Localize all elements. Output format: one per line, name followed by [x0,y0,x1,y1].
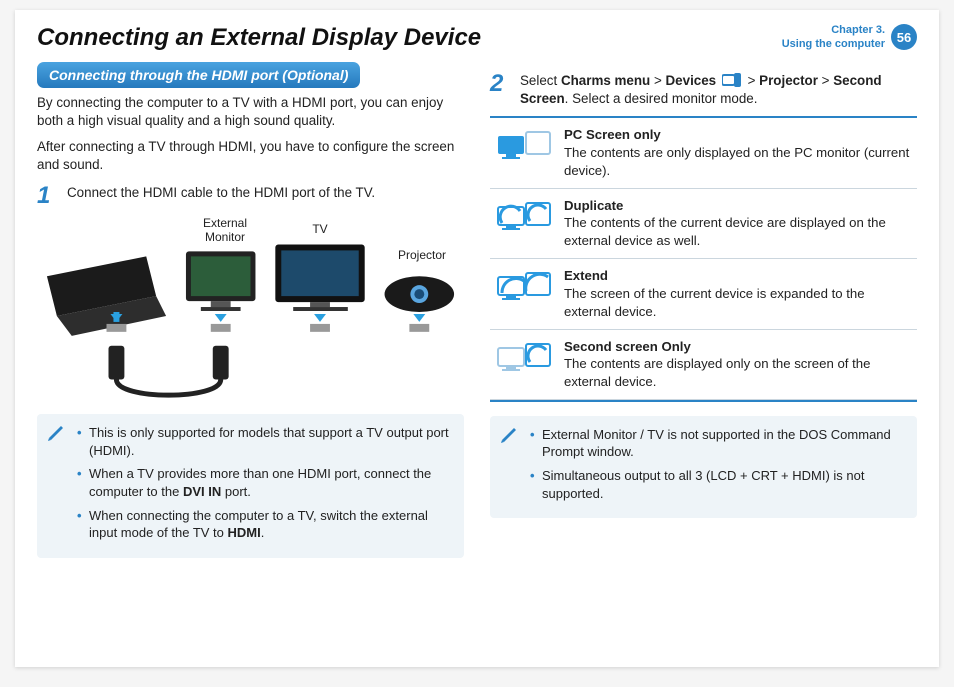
right-note-item-2: Simultaneous output to all 3 (LCD + CRT … [530,467,905,502]
right-column: 2 Select Charms menu > Devices > Project… [490,62,917,558]
note-icon [47,424,65,449]
two-column-layout: Connecting through the HDMI port (Option… [37,62,917,558]
step-2: 2 Select Charms menu > Devices > Project… [490,72,917,108]
diagram-label-projector: Projector [387,248,457,262]
mode-text: Duplicate The contents of the current de… [564,197,913,250]
page-title: Connecting an External Display Device [37,24,481,52]
mode-icon-extend [494,267,554,311]
intro-paragraph-2: After connecting a TV through HDMI, you … [37,138,464,174]
mode-text: Extend The screen of the current device … [564,267,913,320]
left-note-item-3: When connecting the computer to a TV, sw… [77,507,452,542]
step-2-text: Select Charms menu > Devices > Projector… [520,72,917,108]
connection-diagram: External Monitor TV Projector [37,216,464,406]
note-icon [500,426,518,451]
page-header: Connecting an External Display Device Ch… [37,24,917,52]
chapter-label: Chapter 3. Using the computer [782,24,885,52]
left-column: Connecting through the HDMI port (Option… [37,62,464,558]
mode-row-second-only: Second screen Only The contents are disp… [490,330,917,400]
mode-icon-pc-only [494,126,554,170]
chapter-line1: Chapter 3. [782,24,885,38]
right-note-item-1: External Monitor / TV is not supported i… [530,426,905,461]
section-heading-bar: Connecting through the HDMI port (Option… [37,62,360,88]
page-number-badge: 56 [891,24,917,50]
diagram-label-external-monitor: External Monitor [185,216,265,244]
right-note-box: External Monitor / TV is not supported i… [490,416,917,518]
step-number: 1 [37,184,57,208]
mode-row-duplicate: Duplicate The contents of the current de… [490,189,917,259]
table-bottom-rule [490,400,917,402]
intro-paragraph-1: By connecting the computer to a TV with … [37,94,464,130]
left-note-item-2: When a TV provides more than one HDMI po… [77,465,452,500]
chapter-block: Chapter 3. Using the computer 56 [782,24,917,52]
mode-row-pc-only: PC Screen only The contents are only dis… [490,118,917,188]
mode-icon-duplicate [494,197,554,241]
diagram-label-tv: TV [295,222,345,236]
left-note-box: This is only supported for models that s… [37,414,464,557]
step-1: 1 Connect the HDMI cable to the HDMI por… [37,184,464,208]
devices-icon [722,73,742,87]
mode-icon-second-only [494,338,554,382]
step-1-text: Connect the HDMI cable to the HDMI port … [67,184,464,208]
mode-row-extend: Extend The screen of the current device … [490,259,917,329]
mode-text: PC Screen only The contents are only dis… [564,126,913,179]
step-number: 2 [490,72,510,108]
left-note-item-1: This is only supported for models that s… [77,424,452,459]
display-modes-table: PC Screen only The contents are only dis… [490,116,917,400]
chapter-line2: Using the computer [782,38,885,52]
manual-page: Connecting an External Display Device Ch… [15,10,939,667]
mode-text: Second screen Only The contents are disp… [564,338,913,391]
